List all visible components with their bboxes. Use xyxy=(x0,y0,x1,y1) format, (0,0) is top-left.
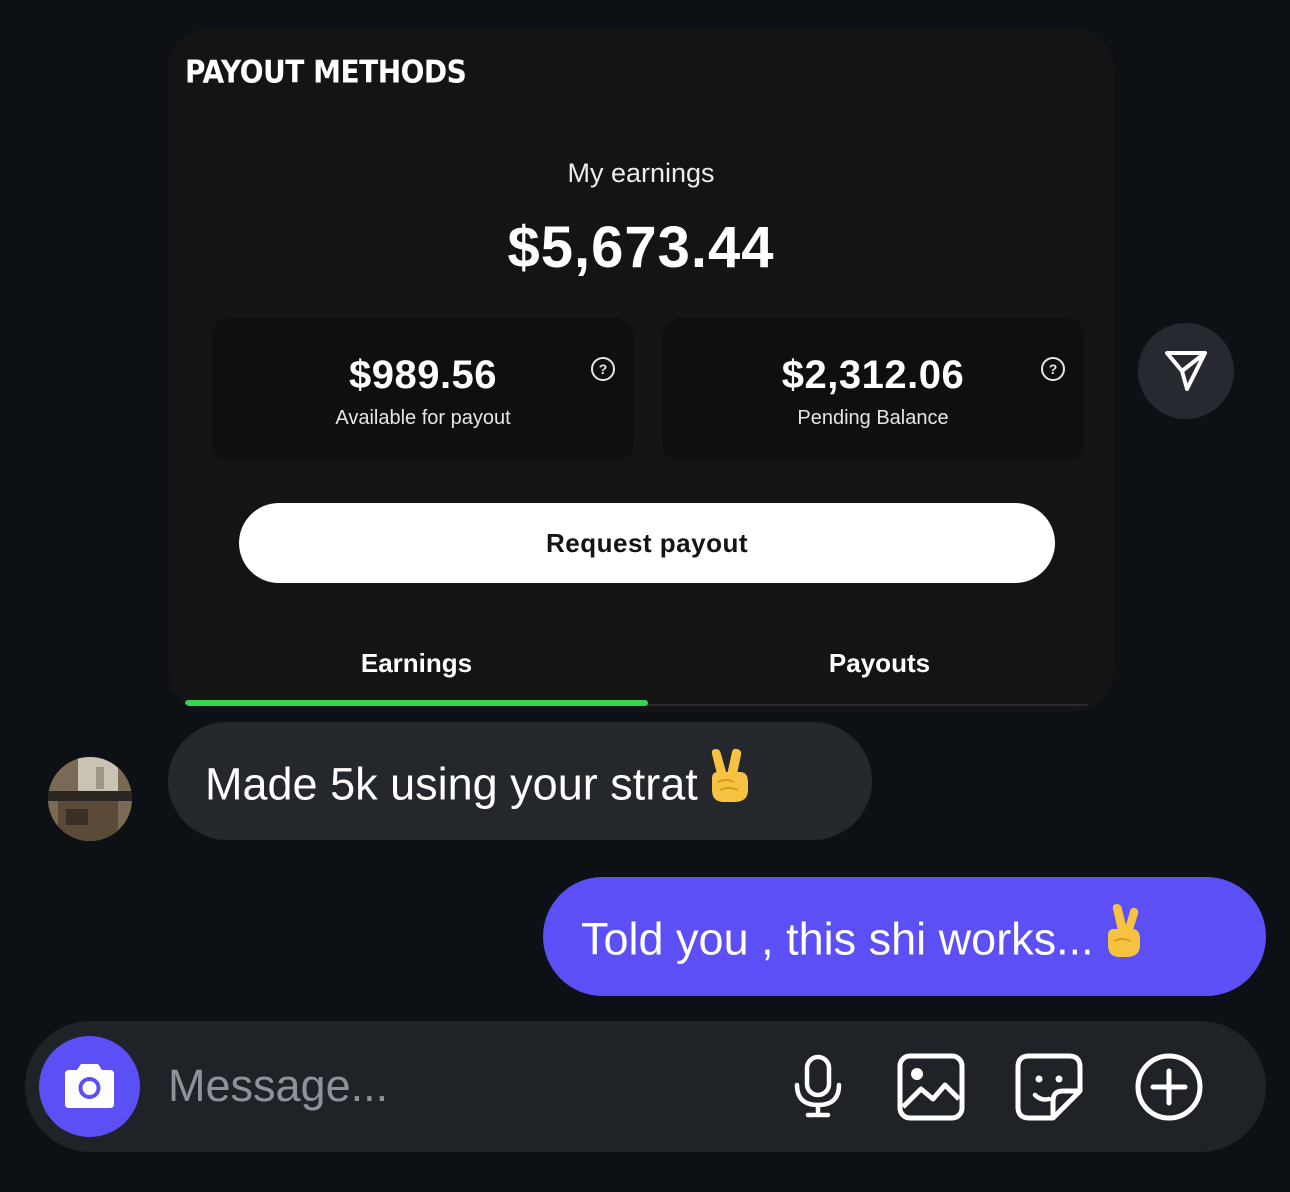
tab-payouts[interactable]: Payouts xyxy=(648,648,1111,679)
help-icon[interactable]: ? xyxy=(1041,357,1065,381)
camera-icon xyxy=(65,1064,114,1108)
pending-balance-box: $2,312.06 Pending Balance ? xyxy=(662,318,1084,461)
available-balance-box: $989.56 Available for payout ? xyxy=(212,318,634,461)
incoming-message-bubble[interactable]: Made 5k using your strat xyxy=(168,722,872,840)
available-label: Available for payout xyxy=(335,407,511,429)
avatar-photo xyxy=(48,757,132,841)
active-tab-indicator xyxy=(185,700,648,706)
image-icon xyxy=(897,1053,965,1121)
outgoing-message-bubble[interactable]: Told you , this shi works... xyxy=(543,877,1266,996)
paper-plane-icon xyxy=(1165,351,1207,391)
message-text: Made 5k using your strat xyxy=(205,758,698,810)
pending-amount: $2,312.06 xyxy=(781,353,965,397)
sticker-icon xyxy=(1015,1053,1083,1121)
payout-methods-card[interactable]: PAYOUT METHODS My earnings $5,673.44 $98… xyxy=(168,28,1114,712)
message-input[interactable] xyxy=(168,1055,728,1117)
message-text: Told you , this shi works... xyxy=(581,913,1094,965)
microphone-icon xyxy=(794,1054,842,1118)
camera-button[interactable] xyxy=(39,1036,140,1137)
request-payout-button[interactable]: Request payout xyxy=(239,503,1055,583)
card-title: PAYOUT METHODS xyxy=(185,54,467,91)
microphone-button[interactable] xyxy=(782,1051,854,1123)
message-composer xyxy=(25,1021,1266,1152)
plus-circle-icon xyxy=(1135,1053,1203,1121)
add-button[interactable] xyxy=(1133,1051,1205,1123)
crossed-fingers-icon xyxy=(1100,903,1146,970)
share-button[interactable] xyxy=(1138,323,1234,419)
avatar[interactable] xyxy=(48,757,132,841)
tab-earnings[interactable]: Earnings xyxy=(185,648,648,679)
victory-hand-icon xyxy=(704,748,754,815)
pending-label: Pending Balance xyxy=(797,407,949,429)
earnings-label: My earnings xyxy=(567,158,715,188)
available-amount: $989.56 xyxy=(348,353,498,397)
sticker-button[interactable] xyxy=(1013,1051,1085,1123)
gallery-button[interactable] xyxy=(895,1051,967,1123)
help-icon[interactable]: ? xyxy=(591,357,615,381)
earnings-amount: $5,673.44 xyxy=(507,215,775,280)
